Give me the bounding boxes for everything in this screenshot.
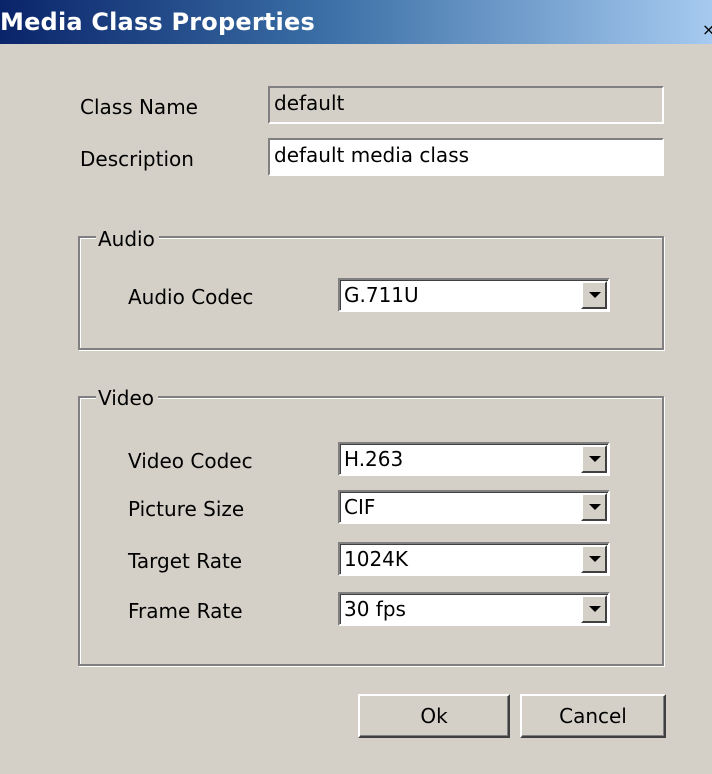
video-codec-value: H.263 xyxy=(344,447,404,471)
audio-codec-dropdown-button[interactable] xyxy=(581,281,607,309)
ok-button[interactable]: Ok xyxy=(358,694,510,738)
picture-size-value: CIF xyxy=(344,495,376,519)
video-legend: Video xyxy=(96,386,159,410)
description-field[interactable]: default media class xyxy=(268,138,664,176)
target-rate-label: Target Rate xyxy=(128,549,243,573)
frame-rate-dropdown-button[interactable] xyxy=(581,595,607,623)
target-rate-value: 1024K xyxy=(344,547,409,571)
cancel-button[interactable]: Cancel xyxy=(520,694,666,738)
description-value: default media class xyxy=(274,143,470,167)
window-title: Media Class Properties xyxy=(0,8,315,36)
description-label: Description xyxy=(80,147,194,171)
chevron-down-icon xyxy=(589,456,601,462)
class-name-label: Class Name xyxy=(80,95,198,119)
chevron-down-icon xyxy=(589,504,601,510)
picture-size-select[interactable]: CIF xyxy=(338,490,610,524)
audio-codec-select[interactable]: G.711U xyxy=(338,278,610,312)
audio-codec-label: Audio Codec xyxy=(128,285,254,309)
class-name-value: default xyxy=(274,91,345,115)
target-rate-select[interactable]: 1024K xyxy=(338,542,610,576)
title-bar[interactable]: Media Class Properties × xyxy=(0,0,712,44)
chevron-down-icon xyxy=(589,556,601,562)
target-rate-dropdown-button[interactable] xyxy=(581,545,607,573)
chevron-down-icon xyxy=(589,606,601,612)
audio-codec-value: G.711U xyxy=(344,283,419,307)
video-codec-label: Video Codec xyxy=(128,449,253,473)
class-name-field[interactable]: default xyxy=(268,86,664,124)
picture-size-label: Picture Size xyxy=(128,497,245,521)
video-codec-select[interactable]: H.263 xyxy=(338,442,610,476)
frame-rate-select[interactable]: 30 fps xyxy=(338,592,610,626)
frame-rate-label: Frame Rate xyxy=(128,599,243,623)
frame-rate-value: 30 fps xyxy=(344,597,406,621)
close-icon[interactable]: × xyxy=(702,20,712,40)
chevron-down-icon xyxy=(589,292,601,298)
video-codec-dropdown-button[interactable] xyxy=(581,445,607,473)
audio-legend: Audio xyxy=(96,227,159,251)
picture-size-dropdown-button[interactable] xyxy=(581,493,607,521)
